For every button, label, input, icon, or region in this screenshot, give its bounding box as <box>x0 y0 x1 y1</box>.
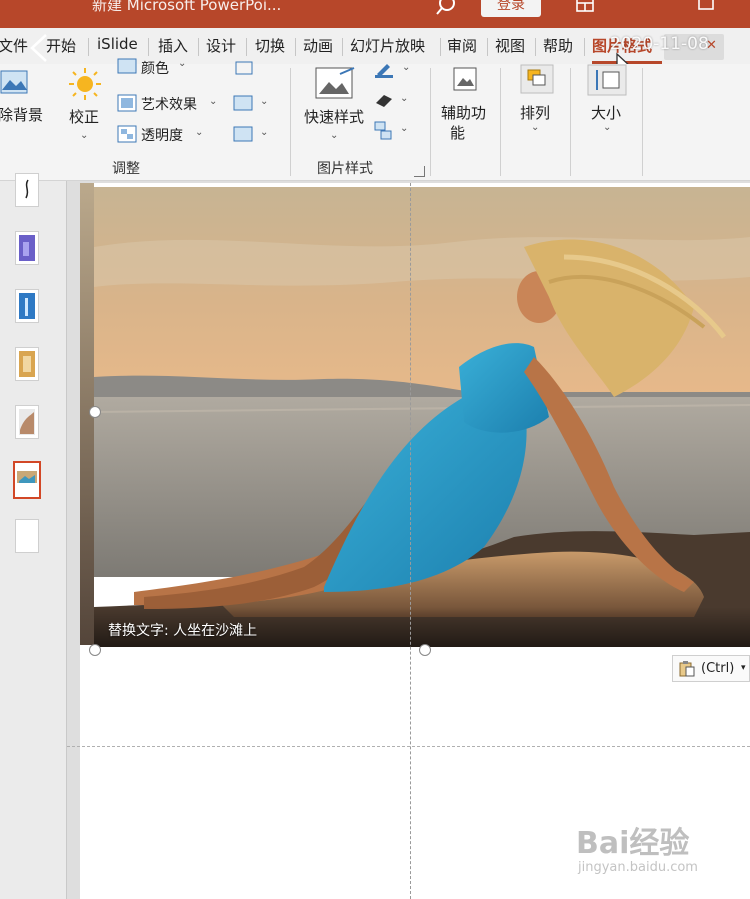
chevron-down-icon: ▾ <box>741 663 746 673</box>
slide-thumbnail-1[interactable] <box>15 173 39 207</box>
title-bar: 新建 Microsoft PowerPoi... 登录 <box>0 0 750 28</box>
chevron-down-icon: ⌄ <box>260 127 269 138</box>
artistic-effects-icon <box>117 94 137 112</box>
size-icon <box>587 64 627 96</box>
chevron-down-icon: ⌄ <box>209 96 218 107</box>
watermark-brand: Bai经验 <box>576 826 690 861</box>
slide-thumbnail-7[interactable] <box>15 519 39 553</box>
quick-styles-icon <box>315 67 355 99</box>
tab-home[interactable]: 开始 <box>46 35 76 56</box>
selected-picture[interactable] <box>94 187 750 647</box>
tab-separator <box>198 38 199 56</box>
paste-options-label: (Ctrl) <box>701 661 735 676</box>
slide-thumbnail-2[interactable] <box>15 231 39 265</box>
picture-effects-icon[interactable] <box>373 91 395 109</box>
compress-pictures-icon[interactable] <box>234 60 254 76</box>
tab-islide[interactable]: iSlide <box>97 35 138 53</box>
reset-picture-icon[interactable] <box>232 125 254 143</box>
search-icon[interactable] <box>434 0 460 20</box>
paste-clipboard-icon <box>679 661 695 677</box>
quick-styles-button[interactable]: 快速样式 <box>304 106 364 127</box>
size-button[interactable]: 大小 <box>591 102 621 123</box>
chevron-down-icon: ⌄ <box>195 127 204 138</box>
change-picture-icon[interactable] <box>232 94 254 112</box>
arrange-icon <box>520 64 554 94</box>
chevron-down-icon: ⌄ <box>603 122 612 133</box>
remove-background-button[interactable]: 除背景 <box>0 104 43 125</box>
sun-icon <box>69 68 101 100</box>
chevron-down-icon: ⌄ <box>400 123 409 134</box>
slide-thumbnail-pane <box>0 173 67 899</box>
arrange-button[interactable]: 排列 <box>520 102 550 123</box>
alt-text-caption: 替换文字: 人坐在沙滩上 <box>108 623 258 639</box>
chevron-down-icon: ⌄ <box>400 93 409 104</box>
chevron-down-icon: ⌄ <box>178 58 187 69</box>
ribbon-panel: 除背景 校正 ⌄ 颜色 ⌄ 艺术效果 ⌄ 透明度 ⌄ ⌄ ⌄ 调整 快速样式 ⌄… <box>0 58 750 181</box>
chevron-down-icon: ⌄ <box>402 62 411 73</box>
tab-separator <box>148 38 149 56</box>
minimize-icon[interactable] <box>695 0 717 16</box>
resize-handle-bottom[interactable] <box>419 644 431 656</box>
accessibility-button-line2: 能 <box>450 124 466 142</box>
tab-separator <box>440 38 441 56</box>
correct-button[interactable]: 校正 <box>69 106 99 127</box>
tab-separator <box>342 38 343 56</box>
login-button[interactable]: 登录 <box>481 0 541 17</box>
group-label-adjust: 调整 <box>112 161 140 177</box>
tab-slideshow[interactable]: 幻灯片放映 <box>350 35 425 56</box>
smart-guide-horizontal <box>67 746 750 747</box>
group-label-picture-styles: 图片样式 <box>317 161 373 177</box>
video-date-overlay: 2020-11-08 <box>610 34 709 54</box>
tab-file[interactable]: 文件 <box>0 35 28 56</box>
tab-review[interactable]: 审阅 <box>447 35 477 56</box>
tab-insert[interactable]: 插入 <box>158 35 188 56</box>
window-title: 新建 Microsoft PowerPoi... <box>92 0 282 14</box>
picture-layout-icon[interactable] <box>373 120 395 142</box>
chevron-down-icon: ⌄ <box>330 130 339 141</box>
smart-guide-vertical <box>410 183 411 899</box>
tab-transitions[interactable]: 切换 <box>255 35 285 56</box>
slide-thumbnail-5[interactable] <box>15 405 39 439</box>
tab-view[interactable]: 视图 <box>495 35 525 56</box>
tab-design[interactable]: 设计 <box>206 35 236 56</box>
paste-options-button[interactable]: (Ctrl) ▾ <box>672 655 750 682</box>
tab-animations[interactable]: 动画 <box>303 35 333 56</box>
tab-help[interactable]: 帮助 <box>543 35 573 56</box>
chevron-down-icon: ⌄ <box>531 122 540 133</box>
watermark: Bai经验 jingyan.baidu.com <box>576 818 698 875</box>
tab-separator <box>487 38 488 56</box>
transparency-button[interactable]: 透明度 <box>141 125 183 145</box>
dialog-launcher-icon[interactable] <box>414 166 425 177</box>
group-separator <box>642 68 643 176</box>
tab-separator <box>246 38 247 56</box>
chevron-down-icon: ⌄ <box>260 96 269 107</box>
chevron-down-icon: ⌄ <box>80 130 89 141</box>
color-icon <box>117 58 137 74</box>
resize-handle-bottom-left[interactable] <box>89 644 101 656</box>
tab-separator <box>535 38 536 56</box>
ribbon-display-icon[interactable] <box>574 0 596 16</box>
watermark-url: jingyan.baidu.com <box>578 860 698 875</box>
slide-thumbnail-3[interactable] <box>15 289 39 323</box>
tab-separator <box>584 38 585 56</box>
remove-background-icon <box>0 70 28 94</box>
group-separator <box>500 68 501 176</box>
resize-handle-left[interactable] <box>89 406 101 418</box>
accessibility-button[interactable]: 辅助功 <box>441 102 486 123</box>
picture-border-icon[interactable] <box>373 62 395 78</box>
slide-thumbnail-4[interactable] <box>15 347 39 381</box>
ribbon-tab-bar: 文件 开始 iSlide 插入 设计 切换 动画 幻灯片放映 审阅 视图 帮助 … <box>0 28 750 64</box>
group-separator <box>290 68 291 176</box>
tab-separator <box>295 38 296 56</box>
tab-separator <box>88 38 89 56</box>
alt-text-icon <box>453 67 477 91</box>
group-separator <box>430 68 431 176</box>
group-separator <box>570 68 571 176</box>
slide-thumbnail-6-selected[interactable] <box>13 461 41 499</box>
artistic-effects-button[interactable]: 艺术效果 <box>141 94 197 114</box>
color-button[interactable]: 颜色 <box>141 58 169 78</box>
transparency-icon <box>117 125 137 143</box>
